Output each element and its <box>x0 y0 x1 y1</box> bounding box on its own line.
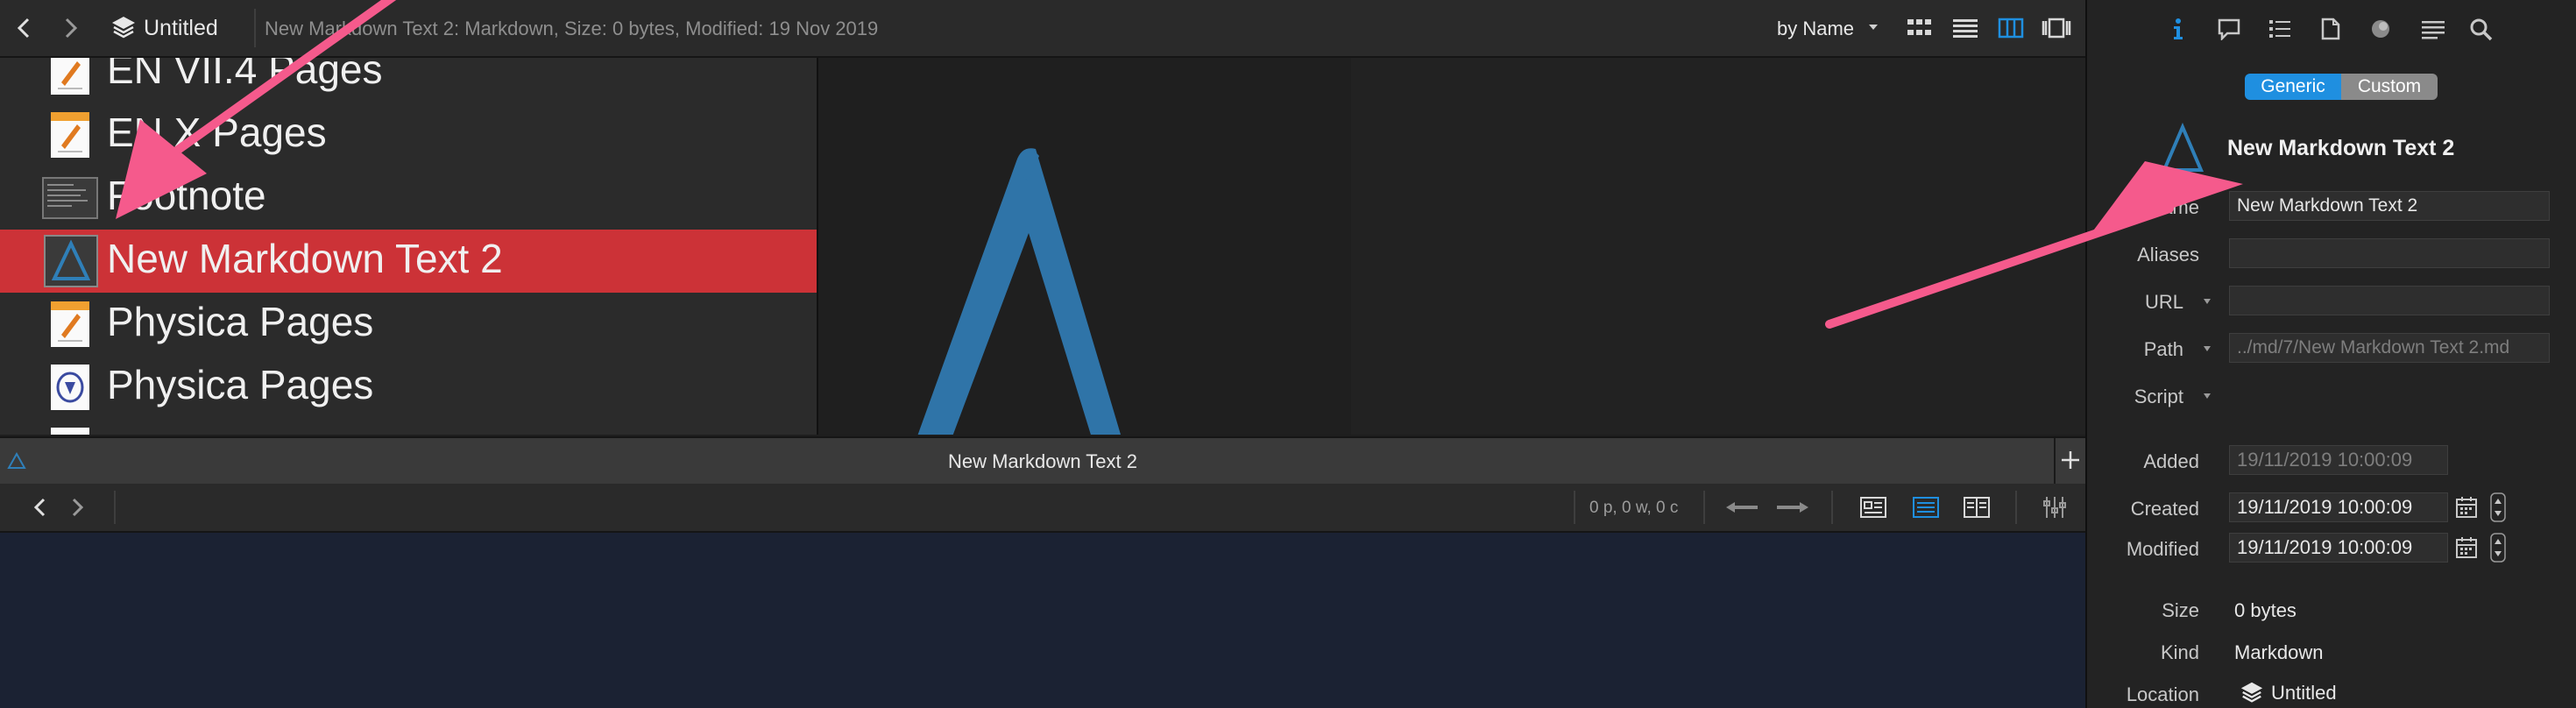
inspector-panel: Generic Custom New Markdown Text 2 Name … <box>2085 0 2576 708</box>
list-item[interactable]: EN X Pages <box>0 103 817 166</box>
plus-icon[interactable] <box>2059 449 2082 471</box>
list-view-icon[interactable] <box>1952 18 1978 39</box>
aliases-field[interactable] <box>2229 238 2550 268</box>
chevron-down-icon[interactable] <box>2203 393 2212 400</box>
url-label: URL <box>2144 291 2183 313</box>
chevron-left-icon[interactable] <box>30 496 53 519</box>
document-icon[interactable] <box>2320 18 2341 40</box>
circle-icon[interactable] <box>2369 18 2392 40</box>
list-item[interactable]: Physica Pages <box>0 356 817 419</box>
format-bar-icon[interactable] <box>2042 494 2068 520</box>
created-field[interactable]: 19/11/2019 10:00:09 <box>2229 492 2448 522</box>
list-item[interactable]: Footnote <box>0 166 817 230</box>
file-list: EN VII.4 Pages EN X Pages Footnote New M… <box>0 58 817 435</box>
pages-document-icon <box>51 58 89 95</box>
name-label: Name <box>2148 196 2199 218</box>
path-label: Path <box>2143 338 2183 360</box>
size-value: 0 bytes <box>2234 599 2296 621</box>
file-label: Physica Pages <box>107 299 374 344</box>
location-value[interactable]: Untitled <box>2271 682 2337 704</box>
url-field[interactable] <box>2229 286 2550 315</box>
pages-document-icon <box>51 301 89 347</box>
icon-view-icon[interactable] <box>1907 18 1933 39</box>
sort-selector[interactable]: by Name <box>1777 18 1854 40</box>
kind-label: Kind <box>2160 641 2199 663</box>
stepper-icon[interactable] <box>2490 492 2506 522</box>
added-label: Added <box>2143 450 2199 472</box>
location-label: Location <box>2126 683 2199 705</box>
link-forward-icon[interactable] <box>1775 499 1810 515</box>
chevron-down-icon[interactable] <box>2203 345 2212 352</box>
layers-icon <box>112 17 135 39</box>
modified-label: Modified <box>2126 538 2199 560</box>
source-view-icon[interactable] <box>1859 496 1887 519</box>
path-field[interactable]: ../md/7/New Markdown Text 2.md <box>2229 333 2550 363</box>
markdown-delta-icon <box>2161 123 2204 172</box>
calendar-icon[interactable] <box>2455 536 2478 559</box>
document-preview[interactable] <box>817 58 1353 435</box>
comment-icon[interactable] <box>2217 18 2241 40</box>
modified-field[interactable]: 19/11/2019 10:00:09 <box>2229 533 2448 563</box>
script-document-icon <box>51 365 89 410</box>
chevron-right-icon[interactable] <box>58 16 82 40</box>
split-view-icon[interactable] <box>1963 496 1991 519</box>
name-field[interactable]: New Markdown Text 2 <box>2229 191 2550 221</box>
layers-icon <box>2240 682 2263 703</box>
list-item[interactable] <box>0 419 817 435</box>
document-icon <box>51 428 89 435</box>
added-field: 19/11/2019 10:00:09 <box>2229 445 2448 475</box>
stepper-icon[interactable] <box>2490 533 2506 563</box>
chevron-down-icon[interactable] <box>2203 298 2212 305</box>
calendar-icon[interactable] <box>2455 496 2478 519</box>
link-back-icon[interactable] <box>1724 499 1759 515</box>
segment-generic[interactable]: Generic <box>2245 74 2341 100</box>
main-toolbar: Untitled New Markdown Text 2: Markdown, … <box>0 0 2085 58</box>
file-label: Footnote <box>107 173 266 218</box>
preview-background <box>1351 58 2085 435</box>
file-label: New Markdown Text 2 <box>107 236 503 281</box>
file-label: EN X Pages <box>107 110 327 155</box>
aliases-label: Aliases <box>2137 244 2199 266</box>
cover-flow-icon[interactable] <box>2042 18 2071 39</box>
markdown-delta-icon <box>917 148 1122 435</box>
editor-toolbar: 0 p, 0 w, 0 c <box>0 484 2085 533</box>
list-item[interactable]: EN VII.4 Pages <box>0 58 817 103</box>
markdown-delta-icon <box>44 235 98 287</box>
file-label: Physica Pages <box>107 362 374 407</box>
file-label: EN VII.4 Pages <box>107 58 383 92</box>
chevron-right-icon[interactable] <box>65 496 88 519</box>
word-count: 0 p, 0 w, 0 c <box>1589 499 1679 517</box>
column-view-icon[interactable] <box>1998 18 2024 39</box>
tab-bar: New Markdown Text 2 <box>0 436 2085 485</box>
screenshot-thumbnail-icon <box>42 177 98 219</box>
list-icon[interactable] <box>2268 18 2292 40</box>
kind-value: Markdown <box>2234 641 2324 663</box>
segment-custom[interactable]: Custom <box>2341 74 2438 100</box>
size-label: Size <box>2162 599 2199 621</box>
lines-icon[interactable] <box>2420 18 2446 40</box>
pages-document-icon <box>51 112 89 158</box>
database-title[interactable]: Untitled <box>144 16 218 41</box>
status-line: New Markdown Text 2: Markdown, Size: 0 b… <box>265 18 879 39</box>
chevron-down-icon[interactable] <box>1868 23 1879 32</box>
script-label[interactable]: Script <box>2134 386 2183 408</box>
chevron-left-icon[interactable] <box>12 16 37 40</box>
inspector-tabs <box>2087 0 2576 56</box>
info-icon[interactable] <box>2168 18 2189 40</box>
list-item-selected[interactable]: New Markdown Text 2 <box>0 230 817 293</box>
text-view-icon[interactable] <box>1912 496 1940 519</box>
tab-title[interactable]: New Markdown Text 2 <box>0 450 2085 473</box>
item-name-heading: New Markdown Text 2 <box>2227 136 2455 160</box>
created-label: Created <box>2130 498 2199 520</box>
list-item[interactable]: Physica Pages <box>0 293 817 356</box>
markdown-editor[interactable] <box>0 533 2085 708</box>
search-icon[interactable] <box>2469 18 2494 42</box>
